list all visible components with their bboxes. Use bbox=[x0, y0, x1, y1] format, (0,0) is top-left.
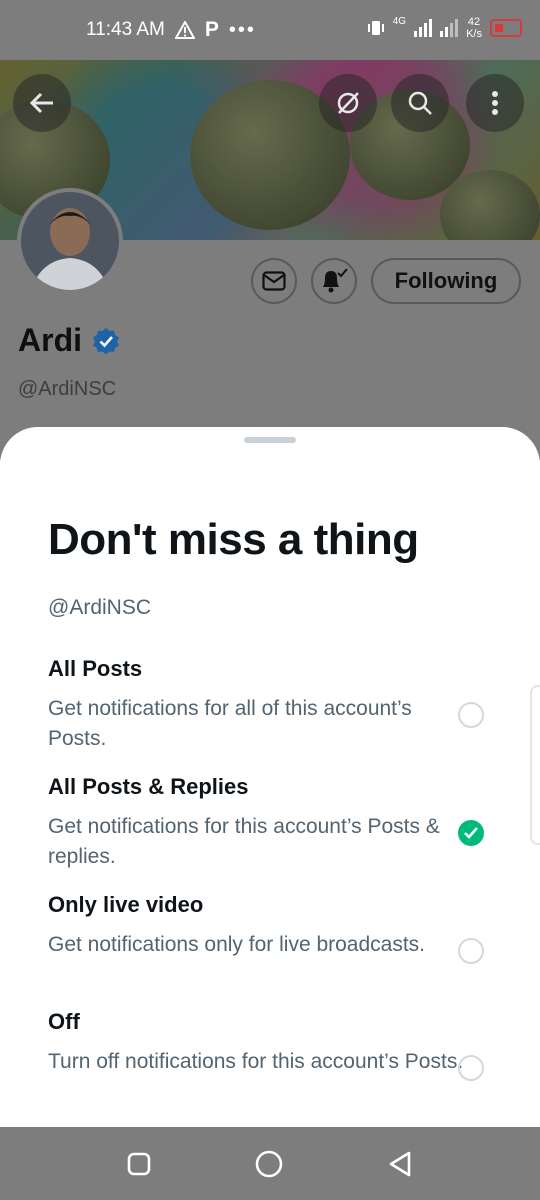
sheet-handle-text: @ArdiNSC bbox=[48, 596, 152, 619]
system-nav-bar bbox=[0, 1127, 540, 1200]
mail-icon bbox=[262, 271, 286, 291]
more-vertical-icon bbox=[492, 91, 498, 115]
search-icon bbox=[408, 91, 432, 115]
option-all-posts[interactable]: All Posts Get notifications for all of t… bbox=[48, 656, 518, 754]
option-off[interactable]: Off Turn off notifications for this acco… bbox=[48, 1009, 518, 1081]
edge-panel-handle[interactable] bbox=[530, 685, 540, 845]
network-type: 4G bbox=[392, 16, 407, 27]
bell-check-icon bbox=[323, 268, 348, 293]
option-all-posts-replies[interactable]: All Posts & Replies Get notifications fo… bbox=[48, 774, 518, 872]
vibrate-icon bbox=[367, 21, 384, 35]
back-nav-button[interactable] bbox=[385, 1149, 415, 1179]
sheet-drag-handle[interactable] bbox=[244, 437, 296, 443]
home-circle-icon bbox=[255, 1150, 283, 1178]
option-title: All Posts bbox=[48, 656, 143, 681]
following-label: Following bbox=[394, 268, 498, 293]
message-button[interactable] bbox=[251, 258, 297, 304]
parking-icon: P bbox=[204, 18, 219, 41]
home-button[interactable] bbox=[254, 1149, 284, 1179]
recents-button[interactable] bbox=[124, 1149, 154, 1179]
network-speed: 42 K/s bbox=[466, 16, 482, 40]
checkmark-icon bbox=[464, 827, 478, 839]
option-only-live-video[interactable]: Only live video Get notifications only f… bbox=[48, 892, 518, 964]
profile-name-row: Ardi bbox=[18, 322, 120, 359]
notification-settings-sheet: Don't miss a thing @ArdiNSC All Posts Ge… bbox=[0, 427, 540, 1127]
option-description: Turn off notifications for this account’… bbox=[48, 1050, 464, 1073]
battery-icon bbox=[490, 19, 522, 37]
back-triangle-icon bbox=[389, 1151, 411, 1177]
grok-icon bbox=[337, 92, 359, 114]
back-arrow-icon bbox=[29, 92, 53, 114]
status-time: 11:43 AM bbox=[86, 19, 165, 40]
option-description: Get notifications only for live broadcas… bbox=[48, 933, 426, 956]
avatar-image bbox=[21, 192, 119, 290]
verified-badge-icon bbox=[93, 327, 119, 354]
option-description: Get notifications for all of this accoun… bbox=[48, 697, 412, 750]
option-title: Off bbox=[48, 1009, 80, 1034]
grok-button[interactable] bbox=[319, 74, 377, 132]
more-dots-icon: ••• bbox=[228, 18, 256, 41]
more-options-button[interactable] bbox=[466, 74, 524, 132]
following-button[interactable]: Following bbox=[371, 258, 521, 304]
option-title: Only live video bbox=[48, 892, 204, 917]
option-title: All Posts & Replies bbox=[48, 774, 249, 799]
radio-all-posts-replies[interactable] bbox=[458, 820, 484, 846]
radio-all-posts[interactable] bbox=[458, 702, 484, 728]
profile-name: Ardi bbox=[18, 322, 82, 358]
signal-icon-2 bbox=[440, 19, 459, 37]
back-button[interactable] bbox=[13, 74, 71, 132]
sheet-title: Don't miss a thing bbox=[48, 515, 419, 564]
radio-only-live-video[interactable] bbox=[458, 938, 484, 964]
status-bar: 11:43 AM P ••• 4G 42 K/s bbox=[0, 0, 540, 60]
search-button[interactable] bbox=[391, 74, 449, 132]
signal-icon bbox=[414, 19, 433, 37]
radio-off[interactable] bbox=[458, 1055, 484, 1081]
profile-handle: @ArdiNSC bbox=[18, 378, 117, 400]
option-description: Get notifications for this account’s Pos… bbox=[48, 815, 440, 868]
avatar[interactable] bbox=[17, 188, 123, 294]
warning-icon bbox=[174, 21, 195, 39]
notifications-button[interactable] bbox=[311, 258, 357, 304]
recents-square-icon bbox=[127, 1152, 151, 1176]
